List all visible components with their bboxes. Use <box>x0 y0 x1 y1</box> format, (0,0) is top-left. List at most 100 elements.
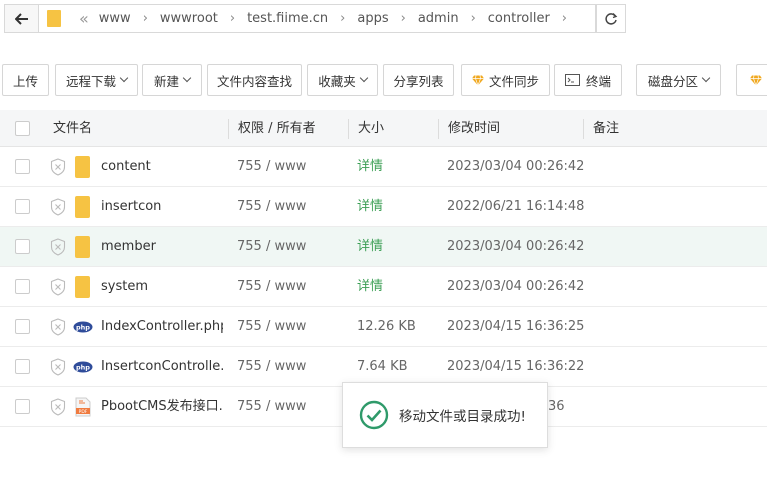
diamond-icon <box>471 74 484 86</box>
file-modified-time: 2023/03/04 00:26:42 <box>447 239 585 254</box>
file-name[interactable]: IndexController.php <box>101 307 223 347</box>
file-modified-time: 2023/04/15 16:36:22 <box>447 359 585 374</box>
file-name[interactable]: system <box>101 267 223 307</box>
back-button[interactable] <box>4 4 38 33</box>
row-checkbox[interactable] <box>15 199 30 214</box>
file-size: 7.64 KB <box>357 359 408 374</box>
file-name[interactable]: content <box>101 147 223 187</box>
file-size[interactable]: 详情 <box>357 147 383 187</box>
shield-icon[interactable] <box>50 158 66 176</box>
crumb-wwwroot[interactable]: wwwroot <box>160 11 218 26</box>
file-modified-time: 2023/03/04 00:26:42 <box>447 279 585 294</box>
shield-icon[interactable] <box>50 358 66 376</box>
terminal-icon <box>564 74 580 86</box>
column-modified-header[interactable]: 修改时间 <box>448 110 500 147</box>
file-modified-time: 2023/04/15 16:36:25 <box>447 319 585 334</box>
share-list-button[interactable]: 分享列表 <box>383 64 454 96</box>
shield-icon[interactable] <box>50 238 66 256</box>
remote-download-button[interactable]: 远程下载 <box>55 64 138 96</box>
crumb-domain[interactable]: test.fiime.cn <box>247 11 328 26</box>
diamond-icon <box>750 74 762 86</box>
file-name[interactable]: PbootCMS发布接口... <box>101 387 223 427</box>
file-permission[interactable]: 755 / www <box>237 347 306 387</box>
row-checkbox[interactable] <box>15 279 30 294</box>
column-divider <box>583 119 584 139</box>
row-checkbox[interactable] <box>15 239 30 254</box>
row-checkbox[interactable] <box>15 159 30 174</box>
column-divider <box>228 119 229 139</box>
row-checkbox[interactable] <box>15 399 30 414</box>
table-row[interactable]: insertcon 755 / www 详情 2022/06/21 16:14:48 <box>0 187 767 227</box>
crumb-apps[interactable]: apps <box>357 11 388 26</box>
address-bar: « www › wwwroot › test.fiime.cn › apps ›… <box>4 4 626 33</box>
file-name[interactable]: insertcon <box>101 187 223 227</box>
chevron-down-icon <box>701 73 711 83</box>
chevron-right-icon: › <box>561 11 567 26</box>
file-permission[interactable]: 755 / www <box>237 307 306 347</box>
crumb-www[interactable]: www <box>99 11 131 26</box>
content-search-button[interactable]: 文件内容查找 <box>207 64 302 96</box>
table-row[interactable]: php IndexController.php 755 / www 12.26 KB 2… <box>0 307 767 347</box>
shield-icon[interactable] <box>50 278 66 296</box>
chevron-right-icon: › <box>470 11 476 26</box>
disk-partition-button[interactable]: 磁盘分区 <box>636 64 721 96</box>
crumb-admin[interactable]: admin <box>418 11 459 26</box>
folder-icon <box>75 156 90 178</box>
column-name-header[interactable]: 文件名 <box>53 110 92 147</box>
svg-text:PDF: PDF <box>79 409 88 415</box>
chevron-right-icon: › <box>229 11 236 26</box>
php-file-icon: php <box>73 321 93 333</box>
disk-partition-label: 磁盘分区 <box>647 73 698 89</box>
check-circle-icon <box>359 400 389 430</box>
file-modified-time: 2023/03/04 00:26:42 <box>447 159 585 174</box>
file-permission[interactable]: 755 / www <box>237 227 306 267</box>
arrow-left-icon <box>14 12 28 25</box>
favorites-label: 收藏夹 <box>318 73 356 89</box>
file-size[interactable]: 详情 <box>357 227 383 267</box>
toast-message: 移动文件或目录成功! <box>399 409 526 425</box>
double-chevron-left-icon[interactable]: « <box>79 10 89 27</box>
file-name[interactable]: InsertconControlle... <box>101 347 223 387</box>
new-button[interactable]: 新建 <box>142 64 202 96</box>
file-modified-time: 2022/06/21 16:14:48 <box>447 199 585 214</box>
shield-icon[interactable] <box>50 198 66 216</box>
table-row[interactable]: system 755 / www 详情 2023/03/04 00:26:42 <box>0 267 767 307</box>
column-note-header: 备注 <box>593 121 620 136</box>
file-sync-button[interactable]: 文件同步 <box>461 64 550 96</box>
refresh-icon <box>605 12 618 25</box>
shield-icon[interactable] <box>50 318 66 336</box>
file-permission[interactable]: 755 / www <box>237 267 306 307</box>
file-sync-label: 文件同步 <box>488 73 539 89</box>
crumb-controller[interactable]: controller <box>488 11 550 26</box>
file-permission[interactable]: 755 / www <box>237 187 306 227</box>
shield-icon[interactable] <box>50 398 66 416</box>
folder-icon <box>75 196 90 218</box>
column-divider <box>438 119 439 139</box>
column-size-header[interactable]: 大小 <box>358 110 384 147</box>
path-input[interactable]: « www › wwwroot › test.fiime.cn › apps ›… <box>38 4 596 33</box>
row-checkbox[interactable] <box>15 319 30 334</box>
column-divider <box>348 119 349 139</box>
file-size[interactable]: 详情 <box>357 187 383 227</box>
remote-download-label: 远程下载 <box>65 73 116 89</box>
success-toast: 移动文件或目录成功! <box>342 382 548 448</box>
chevron-down-icon <box>119 73 129 83</box>
folder-icon <box>75 236 90 258</box>
more-vip-button[interactable] <box>736 64 767 96</box>
file-name[interactable]: member <box>101 227 223 267</box>
file-size[interactable]: 详情 <box>357 267 383 307</box>
select-all-checkbox[interactable] <box>15 121 30 136</box>
file-permission[interactable]: 755 / www <box>237 387 306 427</box>
row-checkbox[interactable] <box>15 359 30 374</box>
column-permission-header[interactable]: 权限 / 所有者 <box>238 110 316 147</box>
table-row[interactable]: content 755 / www 详情 2023/03/04 00:26:42 <box>0 147 767 187</box>
terminal-button[interactable]: 终端 <box>554 64 622 96</box>
refresh-button[interactable] <box>596 4 626 33</box>
table-row[interactable]: member 755 / www 详情 2023/03/04 00:26:42 <box>0 227 767 267</box>
table-row[interactable]: php InsertconControlle... 755 / www 7.64 KB… <box>0 347 767 387</box>
file-permission[interactable]: 755 / www <box>237 147 306 187</box>
favorites-button[interactable]: 收藏夹 <box>307 64 378 96</box>
folder-icon <box>47 10 61 27</box>
chevron-right-icon: › <box>142 11 148 26</box>
upload-button[interactable]: 上传 <box>2 64 49 96</box>
